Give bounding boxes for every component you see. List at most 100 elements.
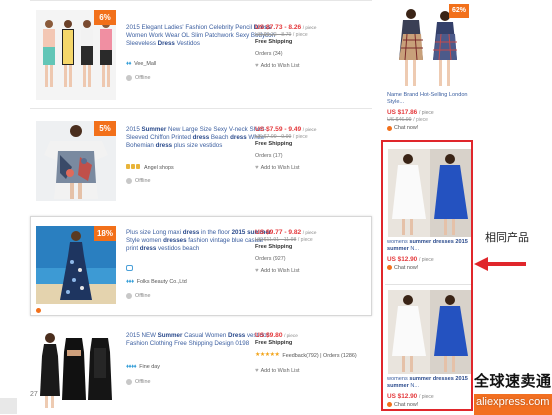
store-name-link[interactable]: Vee_Mall xyxy=(134,61,156,68)
product-thumbnail[interactable] xyxy=(36,330,116,410)
title-text: in the floor xyxy=(199,229,232,236)
price-block: US $7.73 - 8.26 / piece US $8.22 - 8.79 … xyxy=(255,24,385,70)
orders-count: Orders (17) xyxy=(255,153,283,160)
wishlist-label: Add to Wish List xyxy=(260,268,300,275)
store-info: ♦♦♦ Folks Beauty Co.,Ltd xyxy=(126,279,187,287)
status-dot-icon xyxy=(126,293,132,300)
watermark-logo-cn: 全球速卖通 xyxy=(474,372,552,390)
diamond-rating-icon: ♦♦♦ xyxy=(126,279,134,285)
row-divider xyxy=(30,108,372,109)
product-title-link[interactable]: 2015 Summer New Large Size Sexy V-neck S… xyxy=(126,126,276,150)
price-text: US $7.59 - 9.49 xyxy=(255,126,302,133)
chat-now-link[interactable]: Chat now! xyxy=(387,125,473,132)
title-text: Name Brand Hot-Selling London Style... xyxy=(387,92,468,106)
orders-count: Orders (34) xyxy=(255,51,283,58)
store-info: ♦♦♦♦ Fine day xyxy=(126,364,160,372)
title-keyword: Dress xyxy=(157,39,175,47)
title-text: Plus size Long maxi xyxy=(126,229,183,236)
shipping-label: Free Shipping xyxy=(255,340,293,347)
orange-dot-icon xyxy=(36,308,41,313)
offline-status: Offline xyxy=(126,75,150,82)
store-name-link[interactable]: Fine day xyxy=(139,364,160,371)
title-text: 2015 xyxy=(126,126,142,133)
price-unit: / piece xyxy=(302,127,317,132)
wishlist-label: Add to Wish List xyxy=(260,165,300,172)
heart-icon: ♥ xyxy=(255,267,259,274)
old-price-text: US $46.99 xyxy=(387,116,412,123)
shipping-label: Free Shipping xyxy=(255,39,293,46)
watermark-logo-en: aliexpress.com xyxy=(476,396,550,408)
old-price-unit: / piece xyxy=(292,134,308,141)
title-text: Beach xyxy=(209,133,231,141)
title-text: 2015 NEW xyxy=(126,332,158,339)
title-keyword: dress xyxy=(230,133,247,141)
product-title-link[interactable]: 2015 Elegant Ladies' Fashion Celebrity P… xyxy=(126,24,276,48)
chat-label: Chat now! xyxy=(394,125,419,132)
annotation-label: 相同产品 xyxy=(485,231,529,244)
discount-badge: 5% xyxy=(94,121,116,136)
shipping-label: Free Shipping xyxy=(255,244,293,251)
title-keyword: Summer xyxy=(157,332,183,339)
old-price-text: US $11.91 - 11.98 xyxy=(255,237,297,244)
price-text: US $9.77 - 9.82 xyxy=(255,229,302,236)
old-price-unit: / piece xyxy=(413,116,428,123)
offline-label: Offline xyxy=(135,293,151,299)
old-price-unit: / piece xyxy=(297,237,313,244)
heart-icon: ♥ xyxy=(255,164,259,171)
store-info: ♦♦ Vee_Mall xyxy=(126,61,156,69)
price-block: US $9.77 - 9.82 / piece US $11.91 - 11.9… xyxy=(255,229,385,275)
old-price-text: US $7.99 - 9.99 xyxy=(255,134,292,141)
title-keyword: dress xyxy=(139,244,157,252)
add-to-wishlist-link[interactable]: ♥ Add to Wish List xyxy=(255,165,385,173)
status-dot-icon xyxy=(126,75,132,82)
corner-decoration xyxy=(0,398,17,414)
price-text: US $7.73 - 8.26 xyxy=(255,24,302,31)
add-to-wishlist-link[interactable]: ♥ Add to Wish List xyxy=(255,368,380,376)
title-text: 2015 Elegant Ladies' Fashion Celebrity P… xyxy=(126,24,254,31)
related-title-link[interactable]: Name Brand Hot-Selling London Style... xyxy=(387,92,473,107)
offline-status: Offline xyxy=(126,293,150,300)
add-to-wishlist-link[interactable]: ♥ Add to Wish List xyxy=(255,268,385,276)
product-thumbnail[interactable]: 62% xyxy=(387,4,473,90)
product-thumbnail[interactable]: 5% xyxy=(36,121,116,201)
add-to-wishlist-link[interactable]: ♥ Add to Wish List xyxy=(255,63,385,71)
wishlist-label: Add to Wish List xyxy=(260,63,300,70)
medal-rating-icon xyxy=(126,164,141,172)
arrow-left-icon xyxy=(474,257,526,271)
offline-status: Offline xyxy=(126,379,150,386)
related-product-card[interactable]: 62% Name Brand Hot-Selling London Style.… xyxy=(387,4,473,132)
product-thumbnail[interactable]: 6% xyxy=(36,10,116,100)
store-name-link[interactable]: Angel shops xyxy=(144,165,174,172)
price-unit: / piece xyxy=(284,333,298,338)
diamond-rating-icon: ♦♦ xyxy=(126,61,132,67)
row-divider xyxy=(30,0,372,1)
price-block: US $7.59 - 9.49 / piece US $7.99 - 9.99 … xyxy=(255,126,385,172)
price-unit: / piece xyxy=(418,109,434,116)
chat-dot-icon xyxy=(387,125,392,131)
highlight-box xyxy=(381,140,473,411)
offline-status: Offline xyxy=(126,178,150,185)
feedback-orders[interactable]: Feedback(792) | Orders (1286) xyxy=(282,353,356,360)
offline-label: Offline xyxy=(135,178,151,184)
wishlist-label: Add to Wish List xyxy=(260,368,300,375)
title-text: Women Work Wear OL Slim Patchwork Sexy B… xyxy=(126,31,276,47)
store-name-link[interactable]: Folks Beauty Co.,Ltd xyxy=(137,279,187,286)
offline-label: Offline xyxy=(135,75,151,81)
chat-icon[interactable] xyxy=(126,265,133,275)
title-text: plus size vestidos xyxy=(172,141,223,149)
offline-label: Offline xyxy=(135,379,151,385)
product-thumbnail[interactable]: 18% xyxy=(36,226,116,304)
discount-badge: 6% xyxy=(94,10,116,25)
status-dot-icon xyxy=(126,178,132,185)
discount-badge: 62% xyxy=(449,4,469,18)
title-text: vestidos beach xyxy=(156,244,200,252)
title-keyword: dresses xyxy=(163,236,187,244)
old-price-text: US $8.22 - 8.79 xyxy=(255,32,292,39)
diamond-rating-icon: ♦♦♦♦ xyxy=(126,364,137,370)
discount-badge: 18% xyxy=(94,226,116,241)
product-title-link[interactable]: 2015 NEW Summer Casual Women Dress vesti… xyxy=(126,332,276,348)
heart-icon: ♥ xyxy=(255,62,259,69)
product-title-link[interactable]: Plus size Long maxi dress in the floor 2… xyxy=(126,229,276,253)
heart-icon: ♥ xyxy=(255,367,259,374)
shipping-label: Free Shipping xyxy=(255,141,293,148)
